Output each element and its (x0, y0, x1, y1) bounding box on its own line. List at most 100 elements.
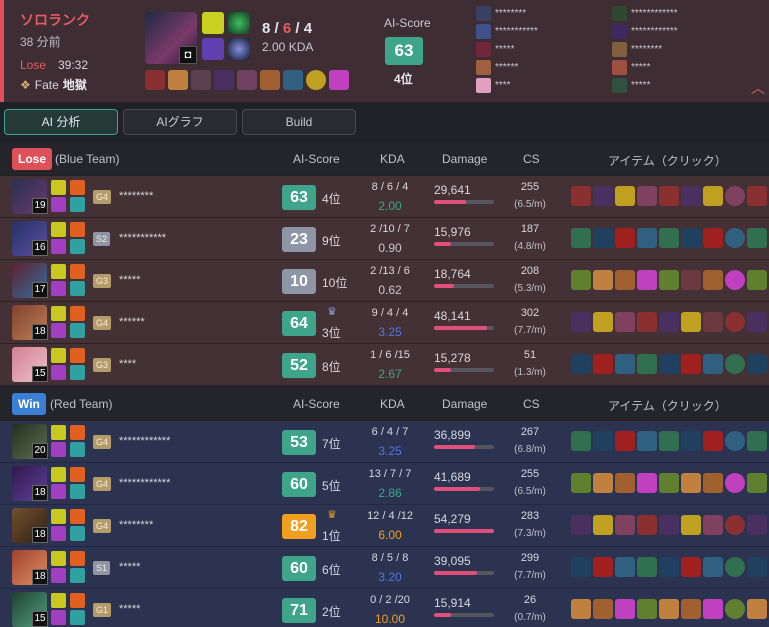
rune-icon[interactable] (70, 281, 85, 296)
item-icon[interactable] (747, 599, 767, 619)
item-icon[interactable] (571, 599, 591, 619)
item-icon[interactable] (615, 431, 635, 451)
player-entry[interactable]: *********** (476, 22, 538, 40)
item-icon[interactable] (145, 70, 165, 90)
player-row[interactable]: 15 G3 **** 52 8位 1 / 6 /15 2.67 15,278 51 (1.3/m) (0, 344, 769, 386)
item-icon[interactable] (260, 70, 280, 90)
player-entry[interactable]: ***** (612, 76, 678, 94)
player-name[interactable]: ******** (119, 519, 153, 531)
item-icon[interactable] (747, 473, 767, 493)
item-icon[interactable] (659, 557, 679, 577)
item-icon[interactable] (747, 431, 767, 451)
summoner-spell-icon[interactable] (51, 306, 66, 321)
rune-icon[interactable] (70, 264, 85, 279)
item-icon[interactable] (681, 354, 701, 374)
chevron-up-icon[interactable]: ︿ (751, 78, 765, 98)
trinket-icon[interactable] (725, 473, 745, 493)
item-icon[interactable] (637, 354, 657, 374)
item-icon[interactable] (681, 557, 701, 577)
item-icon[interactable] (615, 228, 635, 248)
item-icon[interactable] (681, 431, 701, 451)
rune-icon[interactable] (70, 239, 85, 254)
item-icon[interactable] (703, 515, 723, 535)
summoner-spell-icon[interactable] (51, 348, 66, 363)
player-name[interactable]: ***** (119, 561, 140, 573)
item-icon[interactable] (681, 599, 701, 619)
player-row[interactable]: 17 G3 ***** 10 10位 2 /13 / 6 0.62 18,764 208 (5.3… (0, 260, 769, 302)
summoner-spell-icon[interactable] (51, 509, 66, 524)
item-icon[interactable] (593, 473, 613, 493)
summoner-spell-icon[interactable] (51, 484, 66, 499)
trinket-icon[interactable] (725, 186, 745, 206)
item-icon[interactable] (659, 312, 679, 332)
item-icon[interactable] (681, 186, 701, 206)
player-entry[interactable]: ****** (476, 58, 538, 76)
rune-icon[interactable] (228, 12, 250, 34)
item-icon[interactable] (637, 515, 657, 535)
trinket-icon[interactable] (725, 354, 745, 374)
rune-icon[interactable] (70, 551, 85, 566)
rune-icon[interactable] (70, 593, 85, 608)
summoner-spell-icon[interactable] (51, 222, 66, 237)
item-icon[interactable] (571, 473, 591, 493)
item-icon[interactable] (637, 557, 657, 577)
player-name[interactable]: **** (119, 358, 136, 370)
champion-portrait[interactable]: ◘ (145, 12, 197, 64)
item-icon[interactable] (615, 473, 635, 493)
item-icon[interactable] (237, 70, 257, 90)
player-entry[interactable]: ************ (612, 22, 678, 40)
item-icon[interactable] (659, 431, 679, 451)
tab-ai-analysis[interactable]: AI 分析 (4, 109, 118, 135)
item-icon[interactable] (615, 312, 635, 332)
item-icon[interactable] (703, 228, 723, 248)
trinket-icon[interactable] (725, 228, 745, 248)
item-icon[interactable] (703, 354, 723, 374)
summoner-spell-icon[interactable] (51, 281, 66, 296)
rune-icon[interactable] (70, 306, 85, 321)
item-icon[interactable] (681, 270, 701, 290)
item-icon[interactable] (593, 557, 613, 577)
item-icon[interactable] (571, 431, 591, 451)
item-icon[interactable] (637, 473, 657, 493)
trinket-icon[interactable] (725, 431, 745, 451)
summoner-spell-icon[interactable] (51, 365, 66, 380)
item-icon[interactable] (703, 270, 723, 290)
tab-build[interactable]: Build (242, 109, 356, 135)
rune-icon[interactable] (70, 610, 85, 625)
trinket-icon[interactable] (725, 312, 745, 332)
player-name[interactable]: ************ (119, 435, 170, 447)
summoner-spell-icon[interactable] (51, 425, 66, 440)
player-entry[interactable]: ***** (476, 40, 538, 58)
item-icon[interactable] (747, 186, 767, 206)
trinket-icon[interactable] (725, 557, 745, 577)
item-icon[interactable] (703, 431, 723, 451)
item-icon[interactable] (593, 228, 613, 248)
item-icon[interactable] (703, 312, 723, 332)
item-icon[interactable] (637, 312, 657, 332)
item-icon[interactable] (593, 186, 613, 206)
item-icon[interactable] (747, 354, 767, 374)
item-icon[interactable] (615, 186, 635, 206)
summoner-spell-icon[interactable] (51, 526, 66, 541)
player-entry[interactable]: ******** (612, 40, 678, 58)
player-row[interactable]: 18 G4 ******** 82 ♛ 1位 12 / 4 /12 6.00 54,279 283… (0, 505, 769, 547)
summoner-spell-icon[interactable] (51, 593, 66, 608)
item-icon[interactable] (747, 270, 767, 290)
rune-icon[interactable] (70, 442, 85, 457)
item-icon[interactable] (593, 270, 613, 290)
item-icon[interactable] (659, 186, 679, 206)
item-icon[interactable] (615, 354, 635, 374)
item-icon[interactable] (637, 431, 657, 451)
item-icon[interactable] (681, 312, 701, 332)
item-icon[interactable] (681, 228, 701, 248)
summoner-spell-icon[interactable] (51, 467, 66, 482)
item-icon[interactable] (571, 354, 591, 374)
summoner-spell-icon[interactable] (51, 197, 66, 212)
summoner-spell-icon[interactable] (202, 12, 224, 34)
player-entry[interactable]: ***** (612, 58, 678, 76)
player-name[interactable]: ****** (119, 316, 145, 328)
rune-icon[interactable] (70, 365, 85, 380)
item-icon[interactable] (593, 312, 613, 332)
item-icon[interactable] (637, 270, 657, 290)
item-icon[interactable] (168, 70, 188, 90)
